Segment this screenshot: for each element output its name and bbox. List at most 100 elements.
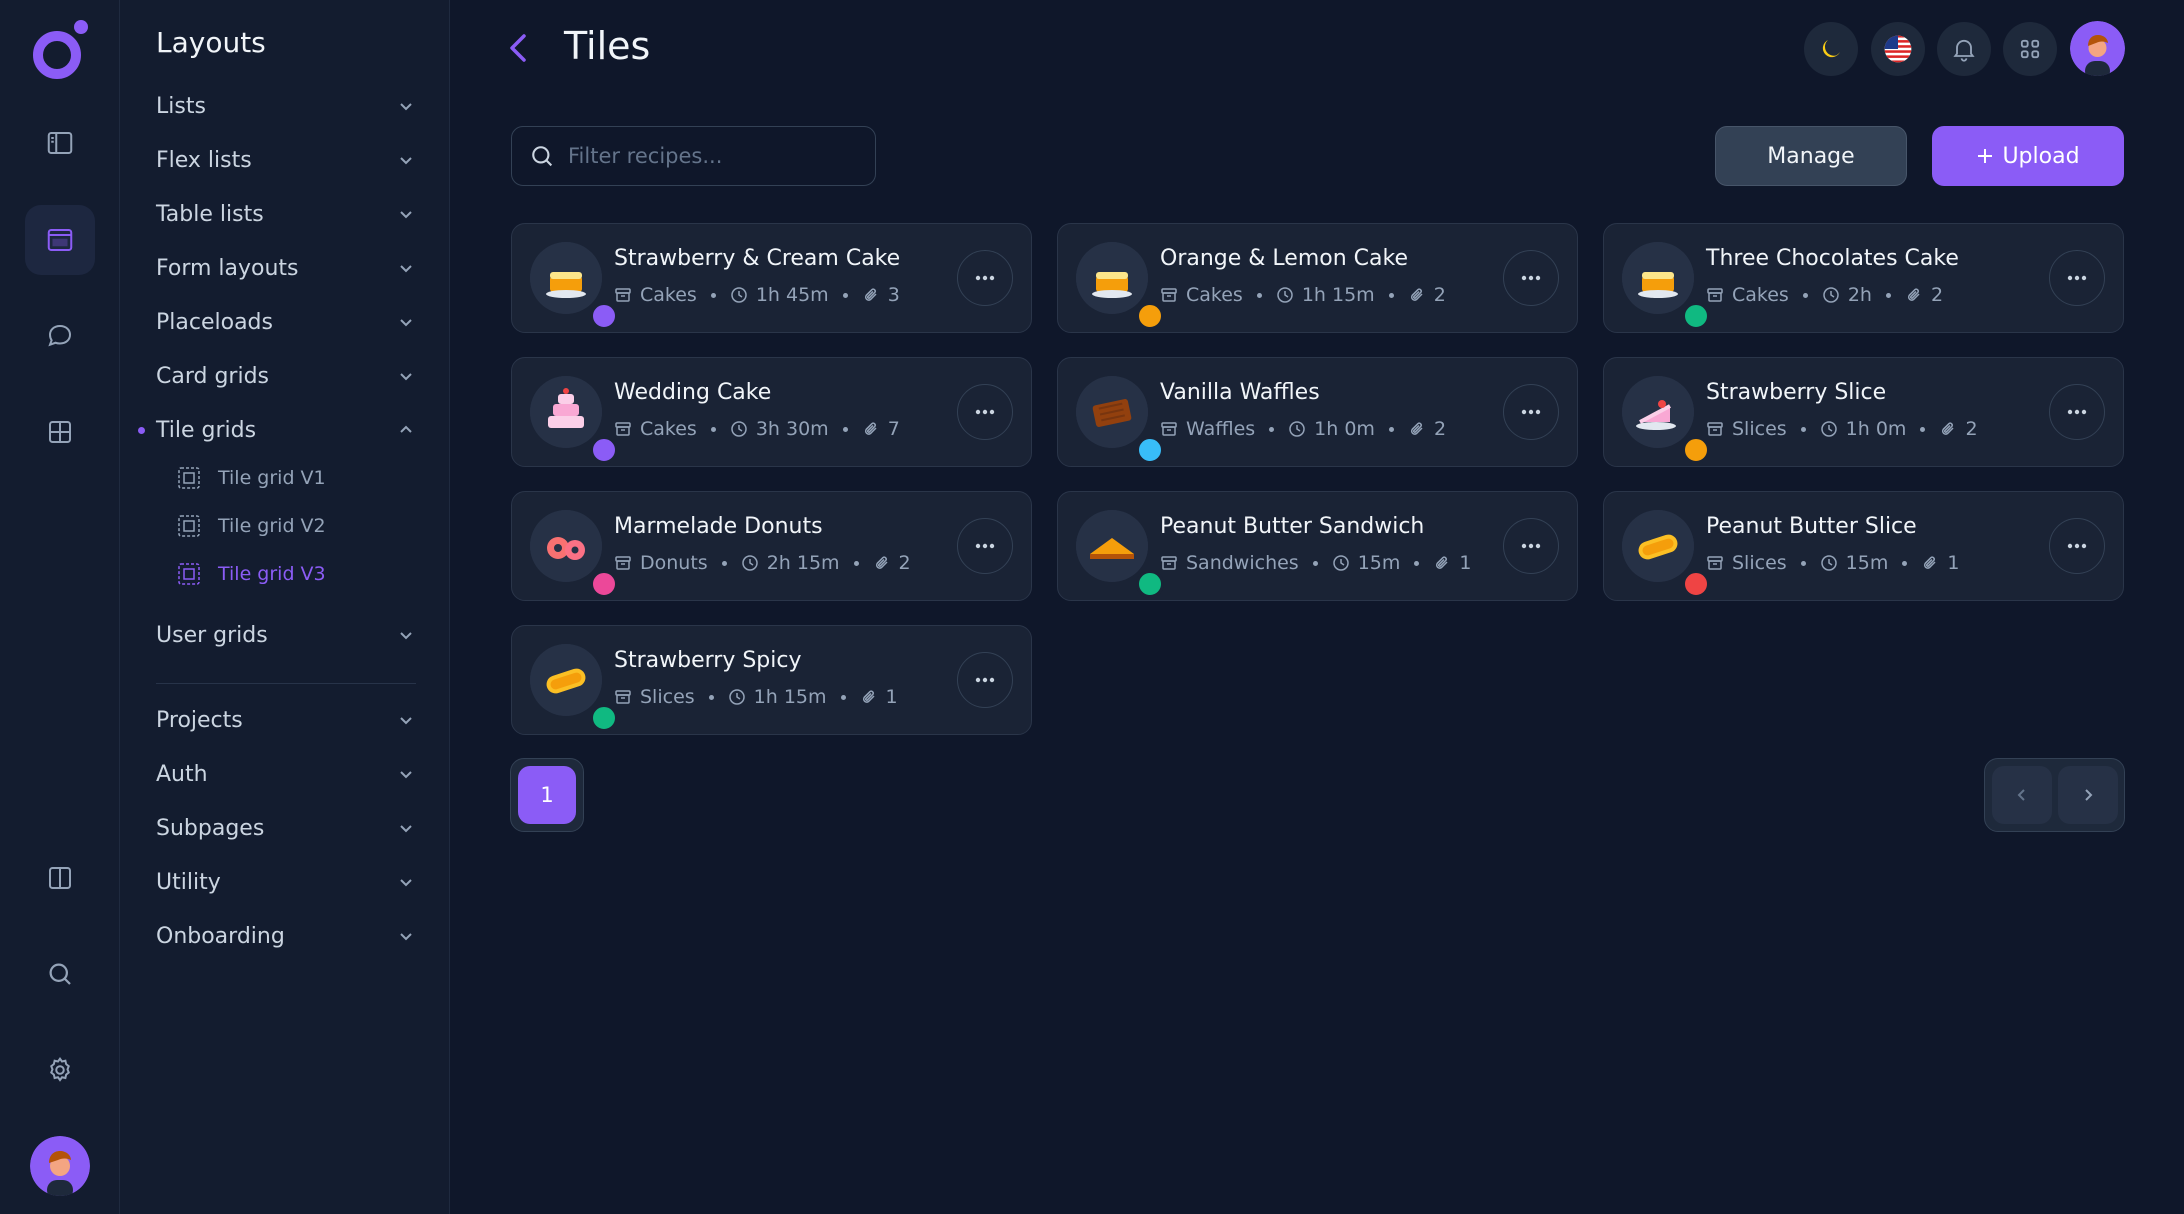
recipe-meta: Cakes 1h 45m 3 [614,284,900,306]
recipe-tile[interactable]: Three Chocolates Cake Cakes 2h 2 [1603,223,2124,333]
sidebar-item-user-grids[interactable]: User grids [156,615,416,655]
sidebar-subitem-tile-grid-v3[interactable]: Tile grid V3 [176,556,326,592]
sidebar-title: Layouts [156,26,266,59]
notifications-button[interactable] [1937,22,1991,76]
recipe-tile[interactable]: Peanut Butter Slice Slices 15m 1 [1603,491,2124,601]
recipe-attachments: 1 [1947,552,1960,574]
recipe-name: Peanut Butter Slice [1706,514,1917,539]
page-number-button[interactable]: 1 [518,766,576,824]
chevron-down-icon [400,211,412,219]
recipe-time: 1h 45m [755,284,829,306]
recipe-name: Wedding Cake [614,380,772,405]
sidebar-subitem-tile-grid-v1[interactable]: Tile grid V1 [176,460,326,496]
sidebar-item-subpages[interactable]: Subpages [156,808,416,848]
apps-button[interactable] [2003,22,2057,76]
chevron-up-icon [400,425,412,433]
recipe-category: Slices [1732,552,1787,574]
recipe-attachments: 2 [1433,418,1447,440]
bread-slice-icon [1622,510,1694,582]
next-page-button[interactable] [2057,766,2118,824]
recipe-meta: Cakes 1h 15m 2 [1160,284,1446,306]
sidebar-subitem-tile-grid-v2[interactable]: Tile grid V2 [176,508,326,544]
tile-more-button[interactable] [2049,518,2105,574]
search-input[interactable] [568,144,858,168]
recipe-thumbnail [530,242,618,330]
tile-more-button[interactable] [2049,384,2105,440]
separator-dot [842,292,848,298]
logo-icon[interactable] [30,18,90,82]
sidebar-item-card-grids[interactable]: Card grids [156,356,416,396]
recipe-tile[interactable]: Strawberry & Cream Cake Cakes 1h 45m 3 [511,223,1032,333]
recipe-name: Marmelade Donuts [614,514,823,539]
grid-icon[interactable] [25,397,95,467]
columns-icon[interactable] [25,843,95,913]
recipe-tile[interactable]: Strawberry Spicy Slices 1h 15m 1 [511,625,1032,735]
clock-icon [1277,287,1293,303]
layouts-icon[interactable] [25,205,95,275]
category-box-icon [615,422,631,436]
back-arrow-icon[interactable] [502,28,536,68]
tile-more-button[interactable] [957,250,1013,306]
recipe-attachments: 2 [1930,284,1944,306]
tile-more-button[interactable] [1503,384,1559,440]
prev-page-button[interactable] [1991,766,2052,824]
sidebar-item-onboarding[interactable]: Onboarding [156,916,416,956]
recipe-tile[interactable]: Peanut Butter Sandwich Sandwiches 15m 1 [1057,491,1578,601]
sidebar-item-auth[interactable]: Auth [156,754,416,794]
dark-mode-toggle[interactable] [1804,22,1858,76]
recipe-meta: Donuts 2h 15m 2 [614,552,911,574]
sandwich-icon [1076,510,1148,582]
paperclip-icon [1942,422,1954,435]
sidebar-item-form-layouts[interactable]: Form layouts [156,248,416,288]
recipe-tile[interactable]: Marmelade Donuts Donuts 2h 15m 2 [511,491,1032,601]
tile-more-button[interactable] [2049,250,2105,306]
more-dots-icon [975,275,995,281]
language-selector[interactable] [1871,22,1925,76]
recipe-tile[interactable]: Orange & Lemon Cake Cakes 1h 15m 2 [1057,223,1578,333]
clock-icon [1820,555,1837,571]
recipe-meta: Cakes 2h 2 [1706,284,1943,306]
upload-button[interactable]: Upload [1932,126,2124,186]
separator-dot [708,694,714,700]
separator-dot [1800,426,1806,432]
search-box[interactable] [511,126,876,186]
tile-more-button[interactable] [1503,518,1559,574]
clock-icon [741,555,758,571]
tile-more-button[interactable] [1503,250,1559,306]
clock-icon [731,287,747,303]
chat-icon[interactable] [25,301,95,371]
recipe-attachments: 1 [1459,552,1472,574]
recipe-tile[interactable]: Vanilla Waffles Waffles 1h 0m 2 [1057,357,1578,467]
sidebar-item-tile-grids[interactable]: Tile grids [138,410,416,450]
sidebar-item-lists[interactable]: Lists [156,86,416,126]
paperclip-icon [862,690,875,703]
user-avatar[interactable] [30,1136,90,1196]
tile-more-button[interactable] [957,652,1013,708]
tile-more-button[interactable] [957,384,1013,440]
chevron-down-icon [400,933,412,941]
separator-dot [1388,292,1394,298]
recipe-attachments: 2 [1433,284,1446,306]
recipe-tile[interactable]: Strawberry Slice Slices 1h 0m 2 [1603,357,2124,467]
cake-slice-icon [1622,376,1694,448]
search-icon[interactable] [25,939,95,1009]
recipe-tile[interactable]: Wedding Cake Cakes 3h 30m 7 [511,357,1032,467]
tile-more-button[interactable] [957,518,1013,574]
sidebar-item-label: Placeloads [156,309,273,335]
sidebar-item-utility[interactable]: Utility [156,862,416,902]
clock-icon [1823,287,1839,303]
sidebar-item-table-lists[interactable]: Table lists [156,194,416,234]
author-avatar [1682,436,1710,464]
recipe-category: Cakes [640,284,697,306]
sidebar-toggle-icon[interactable] [25,108,95,178]
recipe-meta: Sandwiches 15m 1 [1160,552,1471,574]
header-user-avatar[interactable] [2070,21,2125,76]
sidebar-item-placeloads[interactable]: Placeloads [156,302,416,342]
sidebar-item-flex-lists[interactable]: Flex lists [156,140,416,180]
settings-gear-icon[interactable] [25,1035,95,1105]
manage-button[interactable]: Manage [1715,126,1907,186]
pagination-pages: 1 [510,758,584,832]
sidebar-item-projects[interactable]: Projects [156,700,416,740]
recipe-meta: Slices 1h 15m 1 [614,686,898,708]
more-dots-icon [1521,409,1541,415]
